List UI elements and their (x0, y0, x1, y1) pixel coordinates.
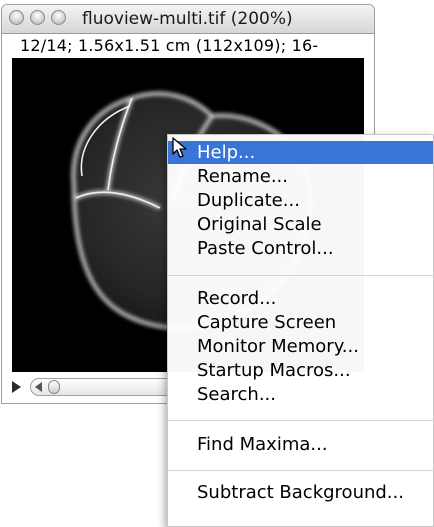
menu-item-duplicate[interactable]: Duplicate... (168, 189, 433, 212)
menu-item-original-scale[interactable]: Original Scale (168, 213, 433, 236)
menu-item-capture-screen[interactable]: Capture Screen (168, 311, 433, 334)
menu-item-monitor-memory[interactable]: Monitor Memory... (168, 335, 433, 358)
menu-item-help[interactable]: Help... (168, 141, 433, 164)
menu-item-rename[interactable]: Rename... (168, 165, 433, 188)
menu-item-search[interactable]: Search... (168, 383, 433, 406)
context-menu: Help... Rename... Duplicate... Original … (167, 134, 434, 527)
menu-item-startup-macros[interactable]: Startup Macros... (168, 359, 433, 382)
close-window-button[interactable] (9, 10, 24, 25)
menu-separator (168, 275, 433, 276)
window-title: fluoview-multi.tif (200%) (82, 9, 293, 29)
zoom-window-button[interactable] (51, 10, 66, 25)
scroll-left-icon[interactable] (35, 382, 42, 392)
play-icon[interactable] (12, 381, 21, 393)
menu-separator (168, 420, 433, 421)
menu-item-find-maxima[interactable]: Find Maxima... (168, 433, 433, 456)
image-info-line: 12/14; 1.56x1.51 cm (112x109); 16- (20, 36, 319, 55)
menu-item-paste-control[interactable]: Paste Control... (168, 237, 433, 260)
title-bar[interactable]: fluoview-multi.tif (200%) (2, 5, 374, 34)
menu-item-record[interactable]: Record... (168, 287, 433, 310)
mouse-cursor-icon (172, 137, 187, 158)
menu-separator (168, 470, 433, 471)
menu-item-subtract-background[interactable]: Subtract Background... (168, 481, 433, 504)
scrollbar-thumb[interactable] (48, 380, 60, 394)
minimize-window-button[interactable] (30, 10, 45, 25)
